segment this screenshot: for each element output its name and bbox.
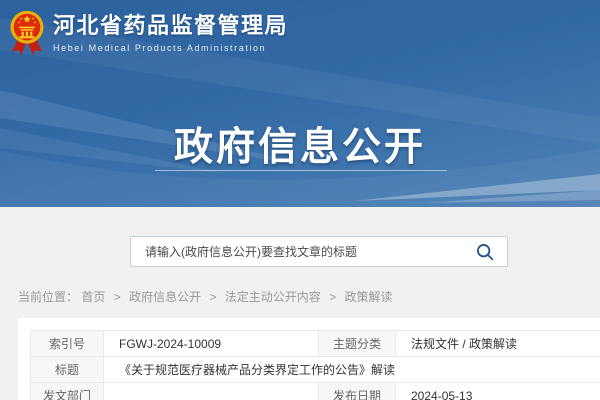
breadcrumb-item-gov-info[interactable]: 政府信息公开 [129,290,201,304]
page-title: 政府信息公开 [0,116,600,172]
hero-banner: 河北省药品监督管理局 Hebei Medical Products Admini… [0,0,600,207]
table-row: 索引号 FGWJ-2024-10009 主题分类 法规文件 / 政策解读 [31,331,600,357]
site-title-zh: 河北省药品监督管理局 [53,13,288,39]
breadcrumb-item-home[interactable]: 首页 [81,290,105,304]
publish-date-label: 发布日期 [319,383,396,400]
table-row: 标题 《关于规范医疗器械产品分类界定工作的公告》解读 [31,357,600,383]
breadcrumb-separator: > [209,290,216,304]
site-title-en: Hebei Medical Products Administration [53,43,288,53]
site-brand: 河北省药品监督管理局 Hebei Medical Products Admini… [10,9,288,57]
search-box [130,236,508,267]
title-value: 《关于规范医疗器械产品分类界定工作的公告》解读 [104,357,600,383]
breadcrumb-prefix: 当前位置： [18,290,78,304]
subject-category-label: 主题分类 [319,331,396,357]
subject-category-value: 法规文件 / 政策解读 [396,331,600,357]
document-card: 索引号 FGWJ-2024-10009 主题分类 法规文件 / 政策解读 标题 … [18,318,600,400]
document-meta-table: 索引号 FGWJ-2024-10009 主题分类 法规文件 / 政策解读 标题 … [30,330,600,400]
table-row: 发文部门 发布日期 2024-05-13 [31,383,600,400]
site-title-block: 河北省药品监督管理局 Hebei Medical Products Admini… [53,9,288,53]
index-number-value: FGWJ-2024-10009 [104,331,319,357]
china-national-emblem-icon [10,9,44,57]
title-label: 标题 [31,357,104,383]
search-button[interactable] [471,242,507,262]
breadcrumb: 当前位置： 首页 > 政府信息公开 > 法定主动公开内容 > 政策解读 [18,288,393,305]
issuing-dept-value [104,383,319,400]
search-input[interactable] [131,245,471,259]
search-icon [475,242,495,262]
publish-date-value: 2024-05-13 [396,383,600,400]
breadcrumb-separator: > [114,290,121,304]
breadcrumb-separator: > [329,290,336,304]
breadcrumb-item-policy-interpretation[interactable]: 政策解读 [345,290,393,304]
breadcrumb-item-legal-disclosure[interactable]: 法定主动公开内容 [225,290,321,304]
index-number-label: 索引号 [31,331,104,357]
banner-underline [155,170,447,171]
page: 河北省药品监督管理局 Hebei Medical Products Admini… [0,0,600,400]
issuing-dept-label: 发文部门 [31,383,104,400]
